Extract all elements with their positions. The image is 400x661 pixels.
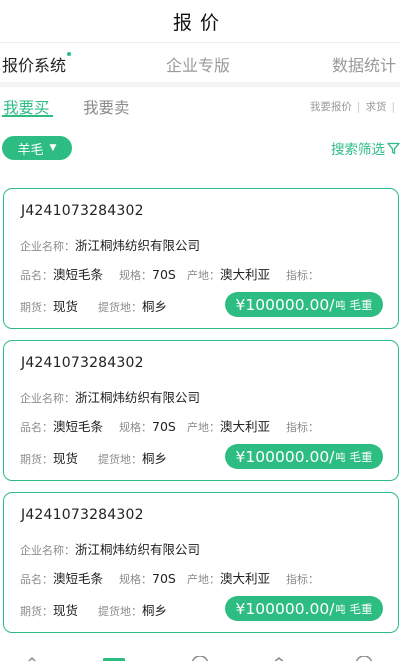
pickup-value: 桐乡 (142, 603, 168, 618)
futures-label: 期货： (20, 453, 53, 466)
quote-code: J4241073284302 (21, 507, 144, 523)
futures-value: 现货 (53, 603, 79, 618)
price-badge[interactable]: ¥100000.00/ 吨 毛重 (225, 444, 383, 469)
nav-message-icon[interactable] (270, 656, 288, 661)
company-row: 企业名称： 浙江桐炜纺织有限公司 (20, 235, 200, 254)
product-label: 品名： (20, 269, 53, 282)
price-badge[interactable]: ¥100000.00/ 吨 毛重 (225, 292, 383, 317)
product-value: 澳短毛条 (53, 267, 104, 282)
futures-value: 现货 (53, 451, 79, 466)
futures-label: 期货： (20, 301, 53, 314)
tab-statistics[interactable]: 数据统计 (332, 52, 396, 76)
search-filter-button[interactable]: 搜索筛选 (331, 138, 400, 158)
origin-value: 澳大利亚 (220, 267, 271, 282)
pickup-label: 提货地： (98, 301, 142, 314)
tab-quote-system[interactable]: 报价系统 (2, 52, 72, 76)
category-label: 羊毛 (17, 142, 44, 158)
origin-value: 澳大利亚 (220, 571, 271, 586)
quote-card[interactable]: J4241073284302 企业名称： 浙江桐炜纺织有限公司 品名： 澳短毛条… (3, 492, 399, 633)
want-link[interactable]: 求货 (365, 99, 386, 114)
product-label: 品名： (20, 421, 53, 434)
origin-label: 产地： (187, 573, 220, 586)
spec-row: 品名： 澳短毛条 规格： 70S 产地： 澳大利亚 指标： (20, 264, 319, 283)
spec-label: 规格： (119, 421, 152, 434)
nav-profile-icon[interactable] (354, 656, 374, 661)
tab-label: 企业专版 (166, 56, 231, 75)
company-value: 浙江桐炜纺织有限公司 (75, 238, 201, 253)
nav-quote-icon[interactable] (102, 656, 126, 661)
spec-row: 品名： 澳短毛条 规格： 70S 产地： 澳大利亚 指标： (20, 568, 319, 587)
filter-icon (387, 142, 400, 154)
nav-home-icon[interactable] (24, 656, 40, 661)
price-badge[interactable]: ¥100000.00/ 吨 毛重 (225, 596, 383, 621)
spec-value: 70S (152, 571, 176, 586)
tab-sell[interactable]: 我要卖 (83, 96, 130, 118)
search-filter-label: 搜索筛选 (331, 142, 385, 158)
origin-label: 产地： (187, 269, 220, 282)
pickup-value: 桐乡 (142, 299, 168, 314)
spec-label: 规格： (119, 269, 152, 282)
spec-label: 规格： (119, 573, 152, 586)
indicator-label: 指标： (286, 421, 319, 434)
indicator-label: 指标： (286, 269, 319, 282)
company-label: 企业名称： (20, 392, 75, 405)
weight-type: 毛重 (349, 297, 373, 312)
pickup-value: 桐乡 (142, 451, 168, 466)
tab-label: 数据统计 (332, 56, 397, 75)
spec-row: 品名： 澳短毛条 规格： 70S 产地： 澳大利亚 指标： (20, 416, 319, 435)
caret-down-icon: ▼ (49, 143, 57, 153)
nav-circle-icon[interactable] (190, 656, 210, 661)
company-row: 企业名称： 浙江桐炜纺织有限公司 (20, 387, 200, 406)
company-value: 浙江桐炜纺织有限公司 (75, 542, 201, 557)
product-value: 澳短毛条 (53, 419, 104, 434)
tab-enterprise[interactable]: 企业专版 (166, 52, 230, 76)
bottom-nav (0, 650, 400, 661)
quote-card[interactable]: J4241073284302 企业名称： 浙江桐炜纺织有限公司 品名： 澳短毛条… (3, 340, 399, 481)
price-unit: 吨 (335, 605, 346, 616)
company-label: 企业名称： (20, 544, 75, 557)
active-tab-underline (2, 115, 53, 117)
indicator-label: 指标： (286, 573, 319, 586)
futures-value: 现货 (53, 299, 79, 314)
futures-label: 期货： (20, 605, 53, 618)
tab-label: 报价系统 (2, 56, 67, 75)
price-value: ¥100000.00/ (235, 295, 335, 314)
delivery-row: 期货： 现货 提货地： 桐乡 (20, 296, 167, 315)
pickup-label: 提货地： (98, 453, 142, 466)
company-row: 企业名称： 浙江桐炜纺织有限公司 (20, 539, 200, 558)
price-value: ¥100000.00/ (235, 447, 335, 466)
origin-value: 澳大利亚 (220, 419, 271, 434)
price-value: ¥100000.00/ (235, 599, 335, 618)
spec-value: 70S (152, 267, 176, 282)
origin-label: 产地： (187, 421, 220, 434)
pickup-label: 提货地： (98, 605, 142, 618)
price-unit: 吨 (335, 453, 346, 464)
filter-row: 羊毛 ▼ 搜索筛选 (0, 133, 400, 161)
top-tabs: 报价系统 企业专版 数据统计 (0, 43, 400, 81)
active-dot-icon (67, 52, 72, 56)
right-links: 我要报价 | 求货 | (310, 99, 400, 114)
spec-value: 70S (152, 419, 176, 434)
company-label: 企业名称： (20, 240, 75, 253)
delivery-row: 期货： 现货 提货地： 桐乡 (20, 600, 167, 619)
quote-card[interactable]: J4241073284302 企业名称： 浙江桐炜纺织有限公司 品名： 澳短毛条… (3, 188, 399, 329)
product-label: 品名： (20, 573, 53, 586)
company-value: 浙江桐炜纺织有限公司 (75, 390, 201, 405)
separator: | (391, 100, 395, 113)
price-unit: 吨 (335, 301, 346, 312)
quote-code: J4241073284302 (21, 355, 144, 371)
weight-type: 毛重 (349, 601, 373, 616)
header: 报价 (0, 0, 400, 42)
product-value: 澳短毛条 (53, 571, 104, 586)
delivery-row: 期货： 现货 提货地： 桐乡 (20, 448, 167, 467)
quote-code: J4241073284302 (21, 203, 144, 219)
separator: | (356, 100, 361, 113)
my-quote-link[interactable]: 我要报价 (310, 99, 352, 114)
page-title: 报价 (172, 11, 227, 34)
weight-type: 毛重 (349, 449, 373, 464)
category-dropdown[interactable]: 羊毛 ▼ (2, 136, 72, 160)
